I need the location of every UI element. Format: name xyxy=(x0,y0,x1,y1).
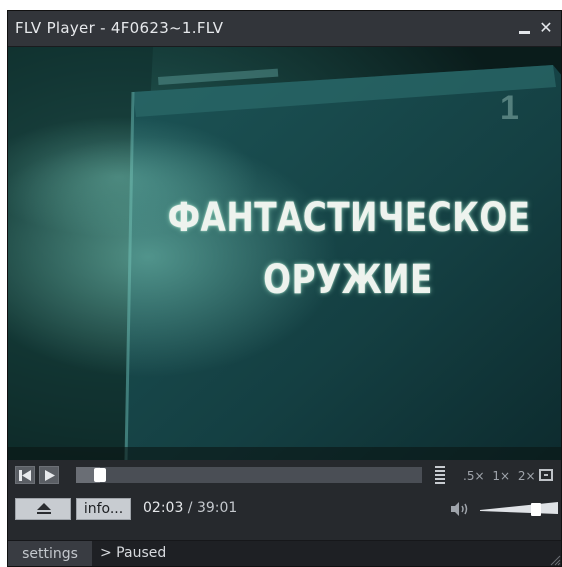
time-separator: / xyxy=(183,500,197,516)
eject-button[interactable] xyxy=(15,498,71,520)
player-window: FLV Player - 4F0623~1.FLV ✕ 1 ФАНТАСТИЧЕ… xyxy=(7,10,562,567)
title-bar[interactable]: FLV Player - 4F0623~1.FLV ✕ xyxy=(8,11,561,47)
playlist-icon[interactable] xyxy=(435,466,445,484)
eject-icon xyxy=(37,503,51,510)
status-bar: settings > Paused xyxy=(8,540,561,566)
play-button[interactable] xyxy=(39,466,59,484)
eject-icon-line xyxy=(37,512,51,514)
volume-slider[interactable] xyxy=(480,498,558,520)
volume-icon[interactable] xyxy=(451,502,473,516)
close-button[interactable]: ✕ xyxy=(537,19,555,37)
fullscreen-icon[interactable] xyxy=(539,469,553,481)
resize-grip-icon[interactable] xyxy=(549,554,561,566)
volume-handle[interactable] xyxy=(531,503,541,516)
window-title: FLV Player - 4F0623~1.FLV xyxy=(15,19,224,37)
svg-text:1: 1 xyxy=(500,89,519,127)
seek-handle[interactable] xyxy=(94,468,106,482)
settings-button[interactable]: settings xyxy=(8,541,92,566)
playback-status: > Paused xyxy=(100,545,167,561)
time-display: 02:03 / 39:01 xyxy=(143,500,237,516)
video-display[interactable]: 1 ФАНТАСТИЧЕСКОЕ ОРУЖИЕ xyxy=(8,47,561,460)
speed-1x[interactable]: 1× xyxy=(492,469,510,483)
speed-selector: .5× 1× 2× xyxy=(463,469,540,483)
info-button[interactable]: info... xyxy=(76,498,131,520)
volume-ramp xyxy=(480,502,558,514)
speed-half[interactable]: .5× xyxy=(463,469,485,483)
play-icon xyxy=(45,470,55,481)
seek-bar[interactable] xyxy=(76,467,422,483)
previous-button[interactable] xyxy=(15,466,35,484)
speed-2x[interactable]: 2× xyxy=(518,469,536,483)
time-current: 02:03 xyxy=(143,500,184,516)
video-caption-line2: ОРУЖИЕ xyxy=(263,257,433,303)
video-caption-line1: ФАНТАСТИЧЕСКОЕ xyxy=(167,195,531,241)
minimize-icon xyxy=(519,31,530,34)
time-total: 39:01 xyxy=(196,500,238,516)
control-bar: .5× 1× 2× info... 02:03 / 39:01 xyxy=(8,460,561,540)
skip-back-icon xyxy=(19,470,31,481)
close-icon: ✕ xyxy=(539,18,553,37)
video-frame: 1 xyxy=(8,47,561,460)
minimize-button[interactable] xyxy=(516,19,534,37)
